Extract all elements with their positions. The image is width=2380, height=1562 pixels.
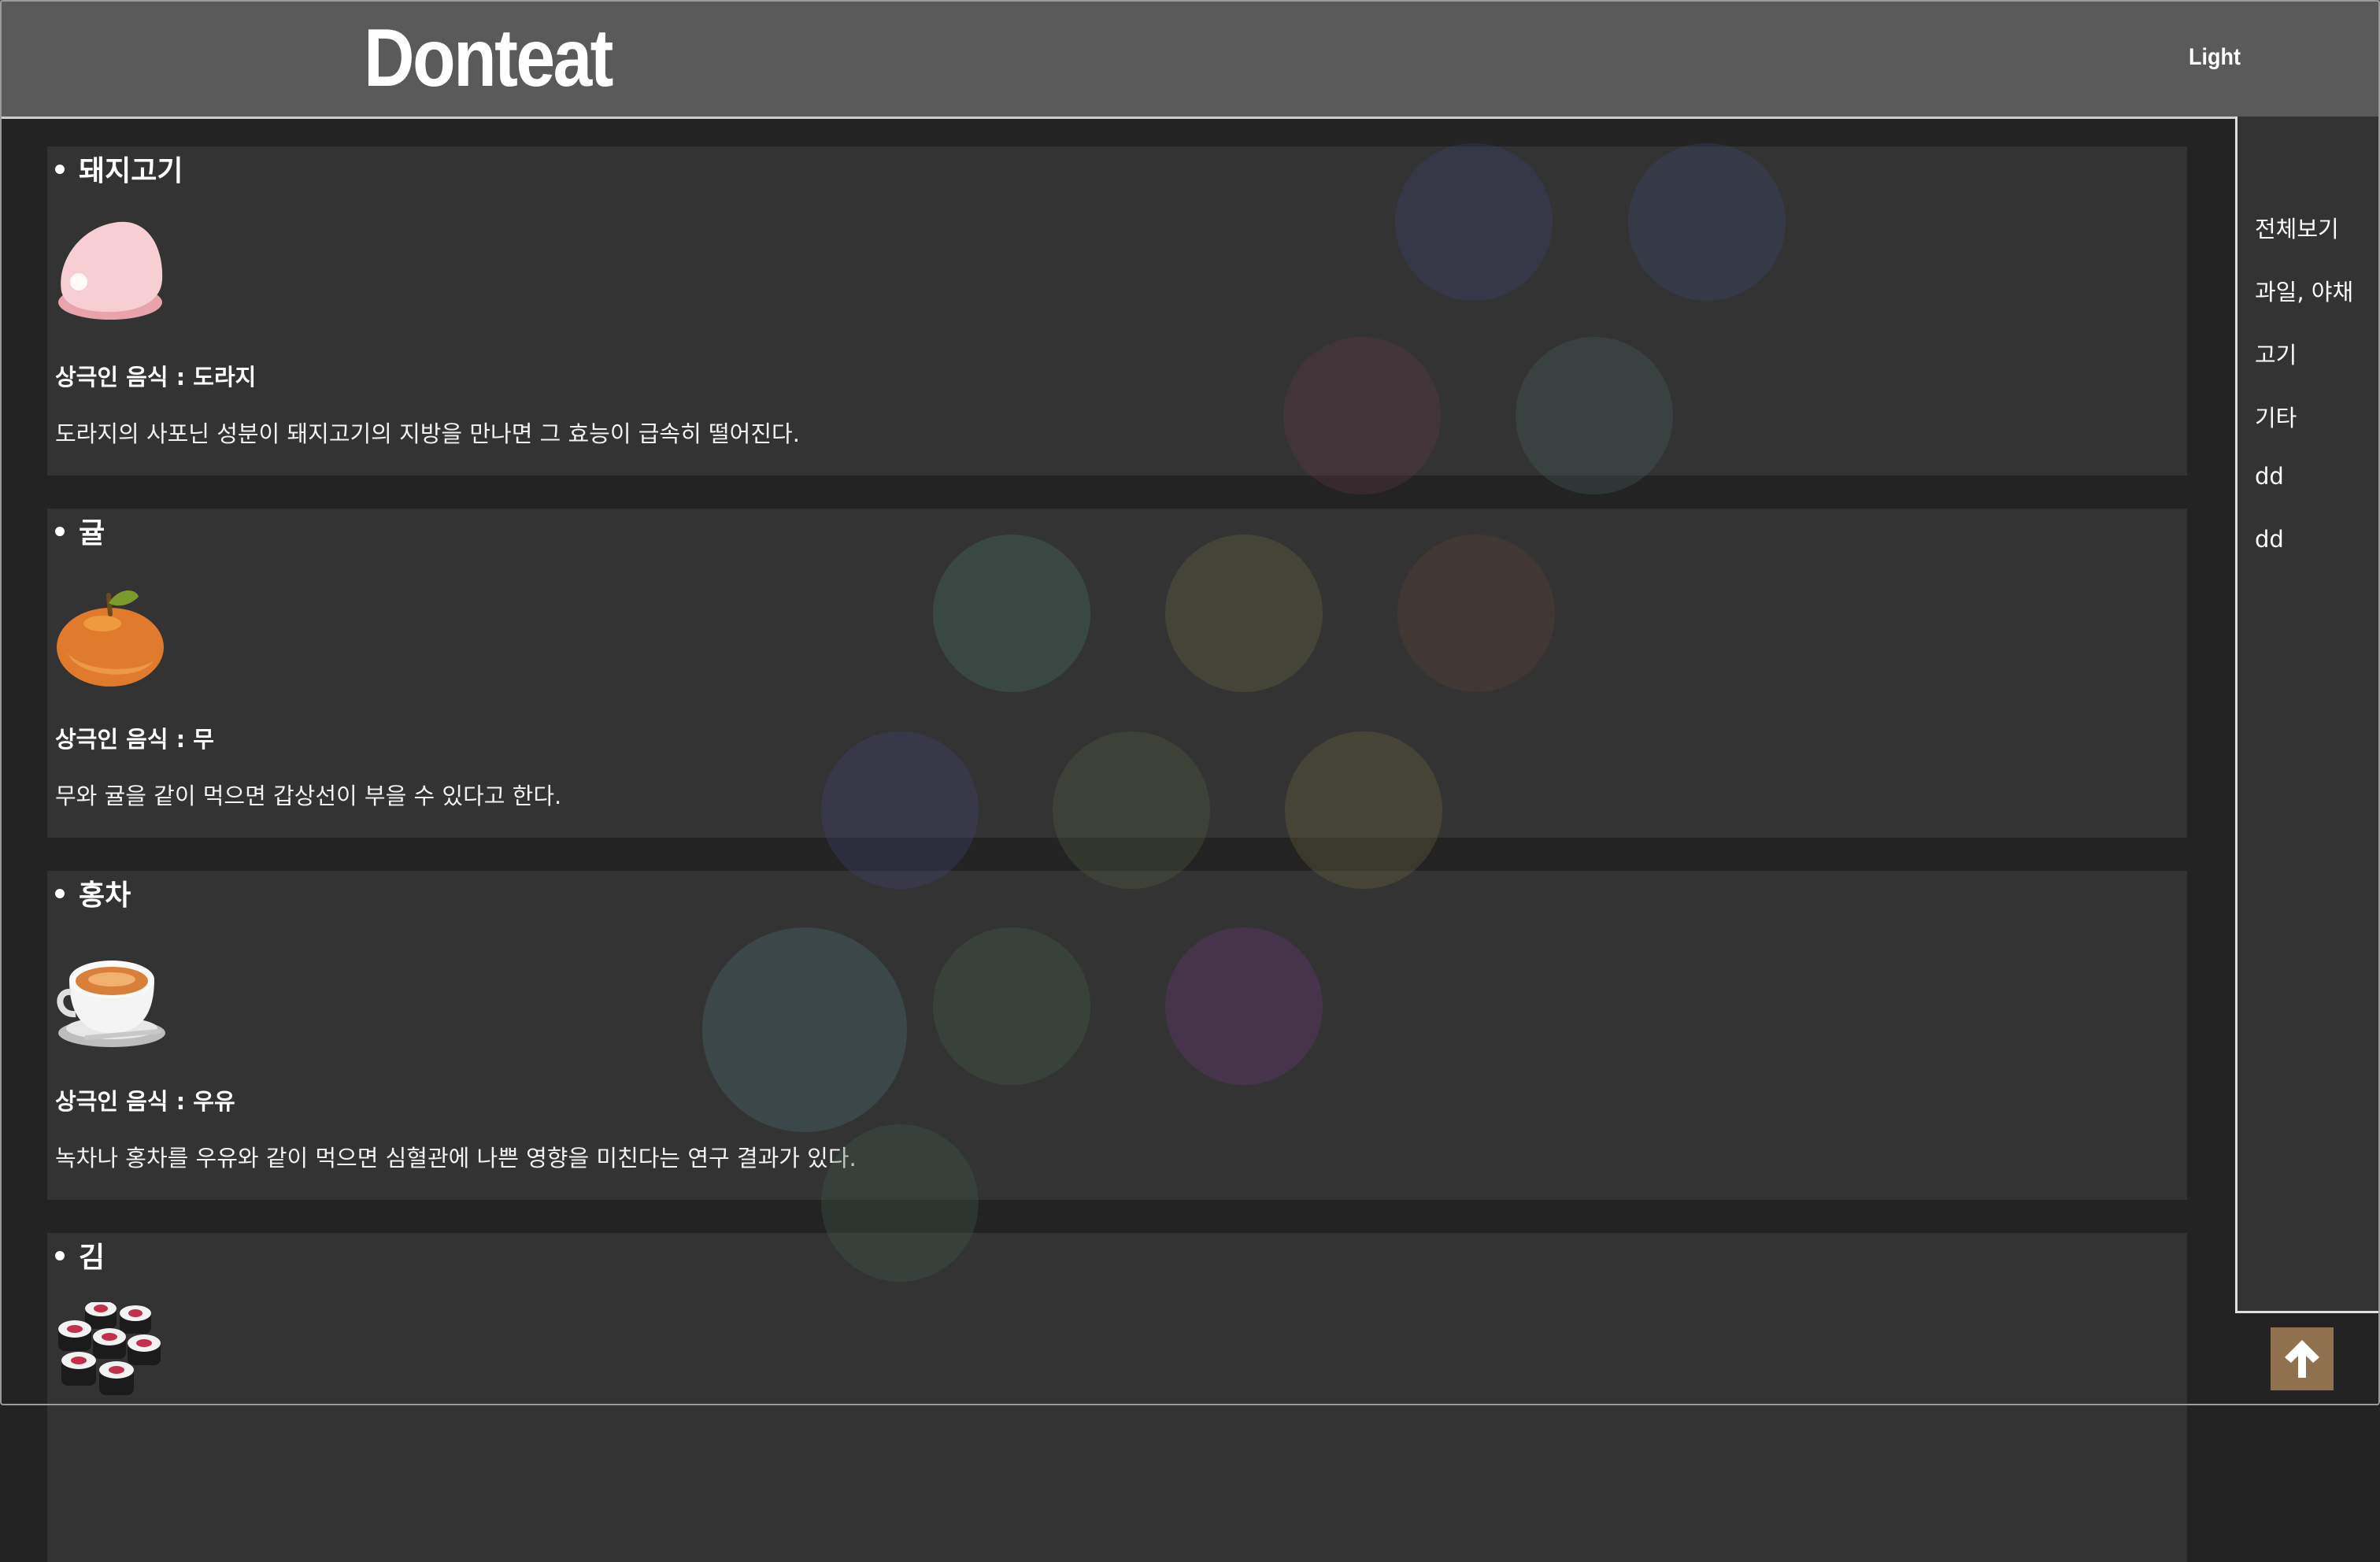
food-name: 홍차 [79,879,131,912]
site-logo[interactable]: Donteat [364,9,613,107]
food-card: 홍차 상극인 음식 : 우유 녹차나 홍차를 우유와 같이 먹으면 심혈관에 나… [47,871,2187,1200]
conflict-food: 상극인 음식 : 도라지 [55,364,257,390]
category-sidebar: 전체보기 과일, 야채 고기 기타 dd dd [2235,117,2378,1313]
food-description: 녹차나 홍차를 우유와 같이 먹으면 심혈관에 나쁜 영향을 미친다는 연구 결… [55,1145,857,1172]
conflict-food: 상극인 음식 : 무 [55,726,214,753]
sidebar-item-all[interactable]: 전체보기 [2255,211,2339,244]
sidebar-item-fruit-vegetable[interactable]: 과일, 야채 [2255,274,2353,307]
sidebar-item-etc[interactable]: 기타 [2255,400,2297,433]
pork-icon [58,221,163,320]
arrow-up-icon [2285,1340,2319,1378]
bullet-icon [55,889,65,898]
sidebar-item-dd-1[interactable]: dd [2255,463,2284,490]
scroll-top-button[interactable] [2271,1327,2334,1390]
food-title: 김 [55,1239,105,1277]
sidebar-item-dd-2[interactable]: dd [2255,526,2284,553]
food-name: 돼지고기 [79,155,183,187]
food-title: 귤 [55,515,105,553]
food-description: 무와 귤을 같이 먹으면 갑상선이 부을 수 있다고 한다. [55,783,562,809]
food-name: 귤 [79,517,105,550]
food-card: 김 [47,1233,2187,1562]
theme-toggle-button[interactable]: Light [2189,44,2241,71]
sidebar-item-meat[interactable]: 고기 [2255,337,2297,370]
bullet-icon [55,1251,65,1260]
tangerine-icon [57,590,164,687]
site-header: Donteat Light [0,0,2380,119]
food-title: 돼지고기 [55,153,183,191]
food-list: 돼지고기 상극인 음식 : 도라지 도라지의 사포닌 성분이 돼지고기의 지방을… [0,117,2204,1562]
tea-cup-icon [57,961,165,1047]
food-description: 도라지의 사포닌 성분이 돼지고기의 지방을 만나면 그 효능이 급속히 떨어진… [55,420,800,447]
bullet-icon [55,527,65,536]
food-card: 귤 상극인 음식 : 무 무와 귤을 같이 먹으면 갑상선이 부을 수 있다고 … [47,509,2187,838]
sushi-icon [58,1302,161,1395]
food-card: 돼지고기 상극인 음식 : 도라지 도라지의 사포닌 성분이 돼지고기의 지방을… [47,146,2187,476]
conflict-food: 상극인 음식 : 우유 [55,1088,235,1115]
bullet-icon [55,165,65,174]
food-title: 홍차 [55,877,131,915]
food-name: 김 [79,1242,105,1274]
